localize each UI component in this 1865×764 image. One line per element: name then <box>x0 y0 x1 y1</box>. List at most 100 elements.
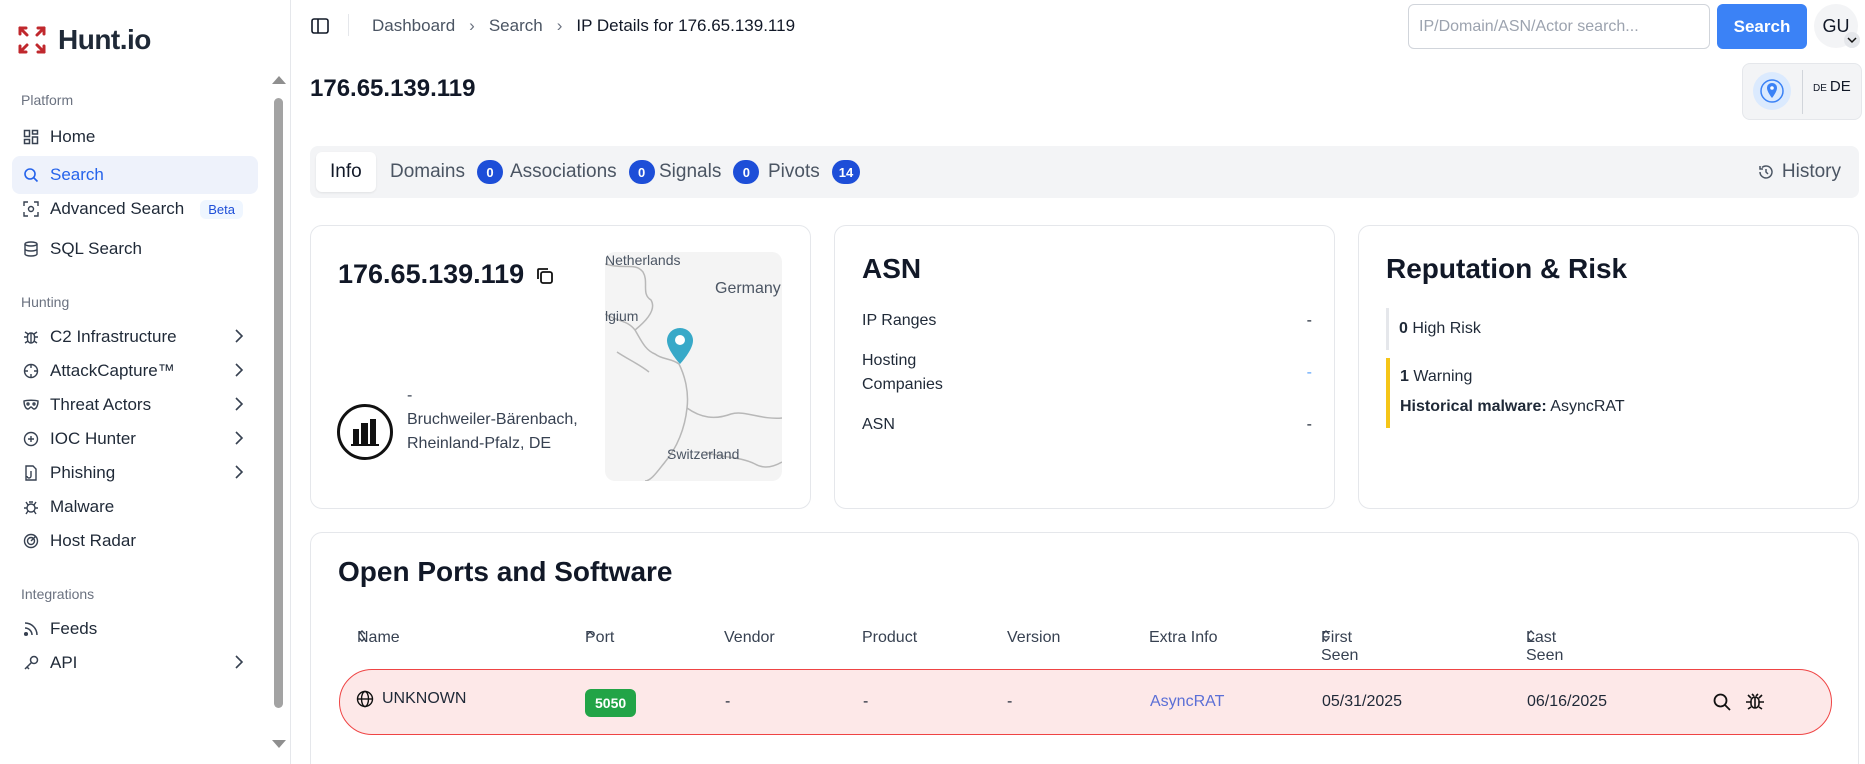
sidebar: Hunt.io Platform Home Search Advanced Se… <box>0 0 291 764</box>
globe-icon <box>356 690 374 708</box>
sidebar-item-c2-infrastructure[interactable]: C2 Infrastructure <box>12 318 258 356</box>
sidebar-toggle-icon[interactable] <box>310 16 330 36</box>
bug-icon <box>22 328 40 346</box>
tab-pivots[interactable]: Pivots 14 <box>754 152 874 192</box>
sidebar-item-malware[interactable]: Malware <box>12 488 258 526</box>
chevron-right-icon <box>235 655 244 669</box>
key-icon <box>22 654 40 672</box>
column-header-name[interactable]: Name <box>357 629 400 646</box>
geo-location-card[interactable]: DE DE <box>1742 63 1862 120</box>
tab-associations[interactable]: Associations 0 <box>496 152 669 192</box>
divider <box>1802 70 1803 114</box>
sidebar-item-label: Malware <box>50 497 115 516</box>
tabs-bar: Info Domains 0 Associations 0 Signals 0 Piv… <box>310 146 1859 198</box>
map-label: Germany <box>715 280 781 297</box>
scroll-up-arrow-icon[interactable] <box>272 76 286 84</box>
history-icon <box>1759 165 1773 179</box>
sidebar-item-label: Phishing <box>50 463 116 482</box>
breadcrumb-search[interactable]: Search <box>489 16 543 36</box>
copy-icon[interactable] <box>535 266 555 286</box>
history-button[interactable]: History <box>1758 161 1841 183</box>
location-pin-icon <box>1753 72 1791 110</box>
sidebar-item-feeds[interactable]: Feeds <box>12 610 258 648</box>
scroll-down-arrow-icon[interactable] <box>272 740 286 748</box>
location-map[interactable]: Netherlands Germany lgium Switzerland <box>605 252 782 481</box>
flag-de-icon: DE <box>1813 83 1827 94</box>
hunt-logo-icon <box>18 26 46 54</box>
scrollbar-thumb[interactable] <box>274 98 283 708</box>
breadcrumb: Dashboard › Search › IP Details for 176.… <box>372 16 795 36</box>
column-header-vendor: Vendor <box>724 629 775 646</box>
search-button[interactable]: Search <box>1717 4 1807 49</box>
sidebar-item-api[interactable]: API <box>12 644 258 682</box>
map-label: Netherlands <box>605 252 681 268</box>
map-label: Switzerland <box>667 446 740 462</box>
product-cell: - <box>863 693 869 710</box>
breadcrumb-dashboard[interactable]: Dashboard <box>372 16 455 36</box>
table-header: Name Port Vendor Product Version Extra I… <box>357 629 1837 664</box>
search-input[interactable] <box>1408 4 1710 49</box>
sidebar-item-phishing[interactable]: Phishing <box>12 454 258 492</box>
column-header-first-seen[interactable]: First Seen <box>1321 629 1358 664</box>
sidebar-item-label: AttackCapture™ <box>50 361 175 380</box>
asn-row-asn: ASN - <box>862 416 1312 433</box>
chevron-right-icon <box>235 363 244 377</box>
bug-icon[interactable] <box>1744 690 1766 712</box>
avatar[interactable]: GU <box>1814 4 1860 48</box>
vendor-cell: - <box>725 693 731 710</box>
port-badge: 5050 <box>585 689 637 717</box>
sidebar-item-home[interactable]: Home <box>12 118 258 156</box>
brand[interactable]: Hunt.io <box>16 24 151 56</box>
sidebar-item-label: SQL Search <box>50 239 142 258</box>
reputation-card: Reputation & Risk 0 High Risk 1 Warning … <box>1358 225 1859 509</box>
high-risk-indicator: 0 High Risk <box>1386 308 1481 350</box>
sidebar-item-label: API <box>50 653 78 672</box>
page-title: 176.65.139.119 <box>310 75 476 102</box>
ports-title: Open Ports and Software <box>338 556 673 587</box>
breadcrumb-current: IP Details for 176.65.139.119 <box>576 16 796 35</box>
tab-info[interactable]: Info <box>316 152 376 192</box>
bug-icon <box>22 498 40 516</box>
search-icon <box>22 166 40 184</box>
extra-info-link[interactable]: AsyncRAT <box>1150 693 1224 711</box>
sidebar-item-search[interactable]: Search <box>12 156 258 194</box>
sidebar-item-advanced-search[interactable]: Advanced Search Beta <box>12 190 258 228</box>
column-header-port[interactable]: Port <box>585 629 614 646</box>
rss-icon <box>22 620 40 638</box>
column-header-version: Version <box>1007 629 1061 646</box>
search-icon[interactable] <box>1712 692 1732 712</box>
asn-title: ASN <box>862 253 922 284</box>
sidebar-scrollbar[interactable] <box>272 76 286 748</box>
column-header-last-seen[interactable]: Last Seen <box>1526 629 1563 664</box>
sidebar-item-threat-actors[interactable]: Threat Actors <box>12 386 258 424</box>
country-code: DE DE <box>1813 78 1851 95</box>
chevron-right-icon <box>235 397 244 411</box>
database-icon <box>22 240 40 258</box>
scan-icon <box>22 200 40 218</box>
table-row[interactable]: UNKNOWN 5050 - - - AsyncRAT 05/31/2025 0… <box>339 669 1832 735</box>
chevron-down-icon <box>1844 32 1860 48</box>
section-label-hunting: Hunting <box>21 294 70 310</box>
malware-name: AsyncRAT <box>1550 398 1625 415</box>
beta-badge: Beta <box>200 199 243 219</box>
sidebar-item-host-radar[interactable]: Host Radar <box>12 522 258 560</box>
column-header-extra-info: Extra Info <box>1149 629 1218 646</box>
sidebar-item-label: Advanced Search <box>50 199 185 218</box>
sidebar-item-label: Search <box>50 165 104 184</box>
toolbar-divider <box>348 14 349 36</box>
warning-indicator: 1 Warning Historical malware: AsyncRAT <box>1386 358 1625 428</box>
sidebar-item-label: C2 Infrastructure <box>50 327 177 346</box>
section-label-integrations: Integrations <box>21 586 95 602</box>
brand-name: Hunt.io <box>58 24 151 55</box>
service-name: UNKNOWN <box>356 690 466 708</box>
open-ports-card: Open Ports and Software Name Port Vendor… <box>310 532 1859 764</box>
location-text: Bruchweiler-Bärenbach, Rheinland-Pfalz, … <box>407 411 578 452</box>
sidebar-item-attackcapture[interactable]: AttackCapture™ <box>12 352 258 390</box>
sidebar-item-label: Feeds <box>50 619 98 638</box>
file-hook-icon <box>22 464 40 482</box>
sidebar-nav: Platform Home Search Advanced Search Bet… <box>0 80 270 760</box>
radar-icon <box>22 532 40 550</box>
sidebar-item-ioc-hunter[interactable]: IOC Hunter <box>12 420 258 458</box>
org-name: - <box>407 387 413 404</box>
sidebar-item-sql-search[interactable]: SQL Search <box>12 230 258 268</box>
